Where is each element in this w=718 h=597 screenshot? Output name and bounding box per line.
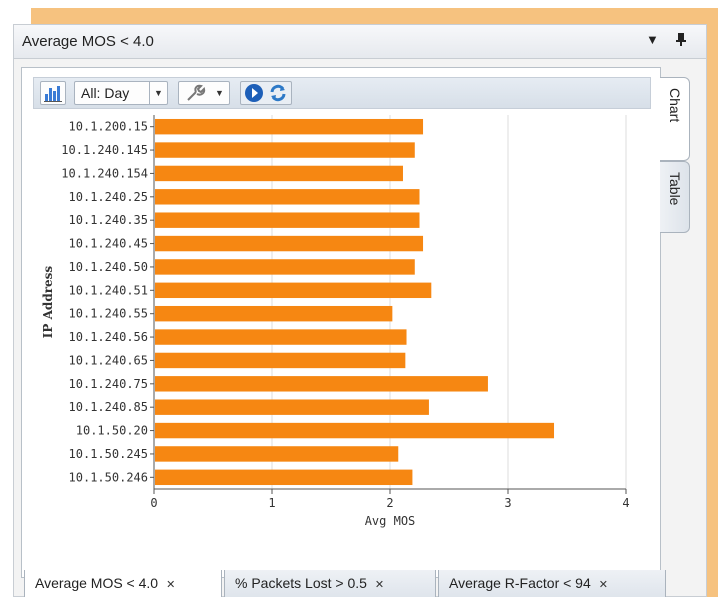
bar (155, 165, 403, 182)
playback-group (240, 81, 292, 105)
y-tick-label: 10.1.50.20 (76, 424, 148, 438)
bar (155, 118, 424, 135)
select-divider (149, 82, 150, 104)
bar (155, 446, 399, 462)
window-titlebar: Average MOS < 4.0 ▼ (14, 25, 706, 59)
bar (155, 142, 415, 158)
chevron-down-icon: ▼ (154, 88, 163, 98)
y-tick-label: 10.1.240.45 (69, 237, 148, 251)
tab-average-mos[interactable]: Average MOS < 4.0 ✕ (24, 570, 222, 597)
close-icon[interactable]: ✕ (375, 579, 384, 591)
chart-toolbar: All: Day ▼ ▼ (33, 77, 651, 109)
refresh-icon[interactable] (268, 83, 288, 103)
y-tick-label: 10.1.240.154 (61, 166, 148, 180)
y-tick-label: 10.1.240.75 (69, 377, 148, 391)
bar (155, 189, 420, 205)
bar (155, 399, 429, 415)
bar (155, 282, 432, 299)
bar (155, 422, 555, 439)
y-tick-label: 10.1.240.85 (69, 400, 148, 414)
tab-average-r-factor[interactable]: Average R-Factor < 94 ✕ (438, 570, 666, 597)
window-menu-dropdown-icon[interactable]: ▼ (646, 32, 659, 47)
bar-chart: 0 1 2 3 4 10.1.200.15 10.1.240.145 10.1.240.154… (41, 115, 630, 528)
settings-button[interactable]: ▼ (178, 81, 230, 105)
bottom-tab-bar: Average MOS < 4.0 ✕ % Packets Lost > 0.5 ✕… (14, 570, 706, 597)
play-icon[interactable] (244, 83, 264, 103)
chart-panel: All: Day ▼ ▼ 0 1 2 3 4 10.1.200.15 10.1.… (21, 67, 661, 578)
chart-window: Average MOS < 4.0 ▼ All: Day ▼ ▼ 0 1 2 3… (13, 24, 707, 597)
close-icon[interactable]: ✕ (166, 579, 175, 591)
y-tick-label: 10.1.240.55 (69, 307, 148, 321)
x-tick-label: 0 (150, 496, 157, 510)
y-tick-label: 10.1.240.56 (69, 330, 148, 344)
tab-chart[interactable]: Chart (660, 77, 690, 161)
tab-average-r-factor-label: Average R-Factor < 94 (449, 575, 591, 591)
bar-chart-icon (44, 86, 62, 102)
y-tick-label: 10.1.240.35 (69, 213, 148, 227)
x-tick-label: 3 (504, 496, 511, 510)
y-tick-label: 10.1.240.65 (69, 353, 148, 367)
bar (155, 235, 424, 252)
x-axis-title: Avg MOS (365, 514, 416, 528)
pin-icon[interactable] (676, 32, 686, 49)
y-tick-label: 10.1.240.145 (61, 143, 148, 157)
time-range-value: All: Day (81, 85, 130, 101)
bar (155, 469, 413, 486)
y-tick-label: 10.1.240.50 (69, 260, 148, 274)
chart-type-button[interactable] (40, 81, 66, 105)
y-tick-label: 10.1.240.51 (69, 283, 148, 297)
tab-packets-lost-label: % Packets Lost > 0.5 (235, 575, 367, 591)
bar (155, 305, 393, 322)
close-icon[interactable]: ✕ (599, 579, 608, 591)
bar (155, 259, 415, 275)
tab-packets-lost[interactable]: % Packets Lost > 0.5 ✕ (224, 570, 436, 597)
y-tick-label: 10.1.240.25 (69, 190, 148, 204)
time-range-select[interactable]: All: Day ▼ (74, 81, 168, 105)
y-tick-label: 10.1.50.246 (69, 470, 148, 484)
x-tick-label: 1 (268, 496, 275, 510)
x-tick-label: 4 (622, 496, 629, 510)
wrench-icon (187, 84, 206, 101)
window-title: Average MOS < 4.0 (22, 33, 154, 50)
x-tick-label: 2 (386, 496, 393, 510)
chevron-down-icon: ▼ (215, 88, 224, 98)
tab-chart-label: Chart (667, 88, 683, 123)
y-tick-label: 10.1.50.245 (69, 447, 148, 461)
y-axis-title: IP Address (41, 266, 55, 339)
bar (155, 352, 406, 369)
bar (155, 212, 420, 228)
tab-table-label: Table (667, 172, 683, 206)
y-tick-label: 10.1.200.15 (69, 120, 148, 134)
bar (155, 376, 488, 392)
bar (155, 329, 407, 345)
tab-table[interactable]: Table (660, 161, 690, 233)
tab-average-mos-label: Average MOS < 4.0 (35, 575, 159, 591)
